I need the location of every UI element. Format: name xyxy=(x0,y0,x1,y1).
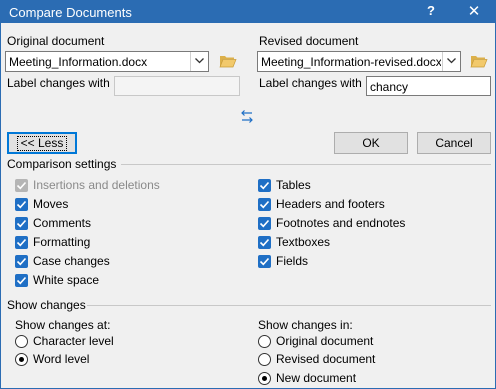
checkbox-insertions-deletions: Insertions and deletions xyxy=(15,178,195,194)
checkmark-icon xyxy=(258,179,271,192)
comparison-settings-heading: Comparison settings xyxy=(7,157,117,171)
checkbox-comments[interactable]: Comments xyxy=(15,216,195,232)
checkmark-icon xyxy=(15,179,28,192)
revised-label-changes-label: Label changes with xyxy=(259,76,362,90)
revised-label-changes-value: chancy xyxy=(370,80,409,94)
swap-documents-icon[interactable] xyxy=(240,109,254,125)
radio-revised-document[interactable]: Revised document xyxy=(258,352,438,368)
original-label-changes-input xyxy=(114,76,240,96)
original-document-value: Meeting_Information.docx xyxy=(9,55,148,69)
checkmark-icon xyxy=(15,274,28,287)
checkbox-tables[interactable]: Tables xyxy=(258,178,458,194)
checkbox-moves[interactable]: Moves xyxy=(15,197,195,213)
show-changes-in-label: Show changes in: xyxy=(258,318,353,332)
chevron-down-icon[interactable] xyxy=(190,52,208,71)
checkmark-icon xyxy=(15,236,28,249)
radio-word-level[interactable]: Word level xyxy=(15,352,175,368)
divider xyxy=(121,164,491,165)
original-document-combo[interactable]: Meeting_Information.docx xyxy=(5,51,209,72)
ok-button[interactable]: OK xyxy=(334,132,408,154)
cancel-button[interactable]: Cancel xyxy=(417,132,491,154)
checkbox-fields[interactable]: Fields xyxy=(258,254,458,270)
compare-documents-dialog: Compare Documents ? ✕ Original document … xyxy=(0,0,496,389)
divider xyxy=(87,305,491,306)
checkmark-icon xyxy=(15,255,28,268)
checkmark-icon xyxy=(258,255,271,268)
revised-document-heading: Revised document xyxy=(259,34,359,48)
revised-document-combo[interactable]: Meeting_Information-revised.docx xyxy=(257,51,461,72)
show-changes-heading: Show changes xyxy=(7,298,86,312)
radio-original-document[interactable]: Original document xyxy=(258,334,438,350)
original-label-changes-label: Label changes with xyxy=(7,76,110,90)
checkbox-headers-footers[interactable]: Headers and footers xyxy=(258,197,458,213)
checkmark-icon xyxy=(15,217,28,230)
show-changes-at-label: Show changes at: xyxy=(15,318,111,332)
help-button[interactable]: ? xyxy=(421,3,441,21)
checkmark-icon xyxy=(258,217,271,230)
revised-document-value: Meeting_Information-revised.docx xyxy=(261,55,441,69)
folder-open-icon[interactable] xyxy=(470,54,488,68)
checkbox-textboxes[interactable]: Textboxes xyxy=(258,235,458,251)
folder-open-icon[interactable] xyxy=(219,54,237,68)
title-bar: Compare Documents ? ✕ xyxy=(1,1,495,23)
revised-label-changes-input[interactable]: chancy xyxy=(366,76,491,96)
radio-character-level[interactable]: Character level xyxy=(15,334,175,350)
original-document-heading: Original document xyxy=(7,34,105,48)
radio-new-document[interactable]: New document xyxy=(258,371,438,387)
less-button[interactable]: << Less xyxy=(7,132,77,154)
close-button[interactable]: ✕ xyxy=(463,2,485,22)
checkbox-white-space[interactable]: White space xyxy=(15,273,195,289)
checkmark-icon xyxy=(258,198,271,211)
checkmark-icon xyxy=(258,236,271,249)
chevron-down-icon[interactable] xyxy=(442,52,460,71)
checkmark-icon xyxy=(15,198,28,211)
dialog-title: Compare Documents xyxy=(9,5,132,20)
checkbox-formatting[interactable]: Formatting xyxy=(15,235,195,251)
checkbox-footnotes-endnotes[interactable]: Footnotes and endnotes xyxy=(258,216,458,232)
checkbox-case-changes[interactable]: Case changes xyxy=(15,254,195,270)
